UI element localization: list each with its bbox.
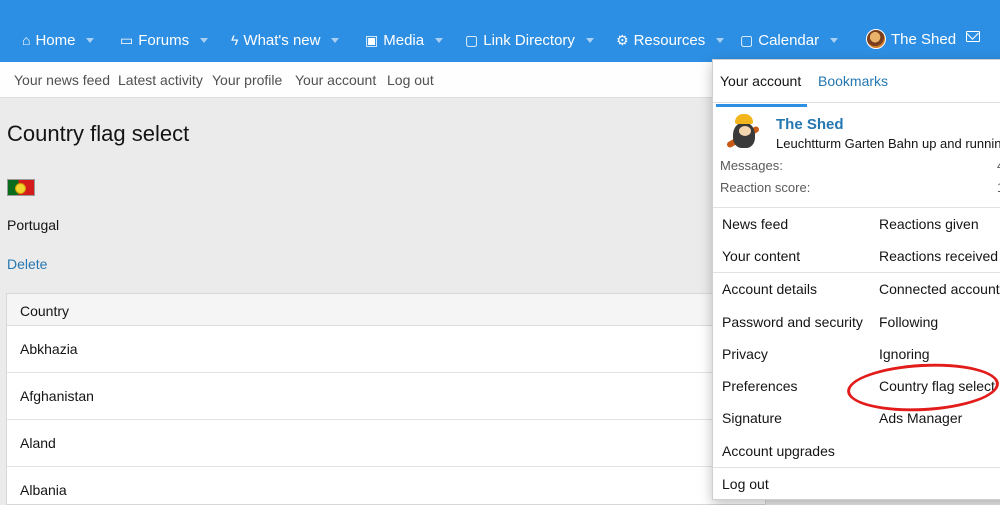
- menu-reactions-given[interactable]: Reactions given: [879, 216, 979, 232]
- menu-reactions-received[interactable]: Reactions received: [879, 248, 998, 264]
- folder-icon: ▢: [465, 31, 479, 48]
- forums-icon: ▭: [120, 31, 134, 48]
- portugal-flag-icon: [7, 179, 35, 196]
- chevron-down-icon[interactable]: [86, 37, 95, 43]
- subnav-latest-activity[interactable]: Latest activity: [118, 72, 203, 88]
- chevron-down-icon[interactable]: [716, 37, 725, 43]
- image-icon: ▣: [365, 31, 379, 48]
- avatar-hat-shape: [735, 114, 753, 124]
- menu-news-feed[interactable]: News feed: [722, 216, 788, 232]
- menu-signature[interactable]: Signature: [722, 410, 782, 426]
- chevron-down-icon[interactable]: [200, 37, 209, 43]
- nav-media[interactable]: ▣ Media: [365, 29, 444, 51]
- nav-link-directory-label: Link Directory: [483, 31, 575, 49]
- nav-forums[interactable]: ▭ Forums: [120, 29, 209, 51]
- menu-tabs: Your account Bookmarks: [713, 60, 1000, 107]
- menu-account-upgrades[interactable]: Account upgrades: [722, 443, 835, 459]
- nav-link-directory[interactable]: ▢ Link Directory: [465, 29, 594, 51]
- nav-resources-label: Resources: [633, 31, 706, 49]
- menu-following[interactable]: Following: [879, 314, 938, 330]
- envelope-icon[interactable]: [966, 31, 980, 42]
- nav-whats-new-label: What's new: [243, 31, 321, 49]
- tab-bookmarks[interactable]: Bookmarks: [818, 73, 888, 89]
- menu-ignoring[interactable]: Ignoring: [879, 346, 930, 362]
- nav-home[interactable]: ⌂ Home: [22, 29, 95, 51]
- home-icon: ⌂: [22, 32, 31, 48]
- menu-country-flag-select[interactable]: Country flag select: [879, 378, 995, 394]
- account-dropdown-menu: Your account Bookmarks The Shed Leuchttu…: [712, 59, 1000, 500]
- menu-log-out[interactable]: Log out: [722, 476, 769, 492]
- chevron-down-icon[interactable]: [830, 37, 839, 43]
- menu-divider: [713, 467, 1000, 468]
- nav-forums-label: Forums: [138, 31, 190, 49]
- cogs-icon: ⚙: [616, 31, 629, 48]
- avatar-face-shape: [739, 126, 751, 136]
- bolt-icon: ϟ: [231, 32, 239, 48]
- table-header: Country: [7, 294, 765, 326]
- subnav-log-out[interactable]: Log out: [387, 72, 434, 88]
- page-title: Country flag select: [7, 121, 190, 146]
- nav-resources[interactable]: ⚙ Resources: [616, 29, 725, 51]
- nav-calendar-label: Calendar: [758, 31, 820, 49]
- messages-label: Messages:: [720, 158, 783, 173]
- table-row[interactable]: Aland: [7, 420, 765, 467]
- country-table: Country Abkhazia Afghanistan Aland Alban…: [6, 293, 766, 505]
- username: The Shed: [891, 30, 957, 48]
- delete-link[interactable]: Delete: [7, 256, 47, 272]
- avatar: [866, 29, 886, 49]
- profile-tagline: Leuchtturm Garten Bahn up and runnin: [776, 136, 1000, 151]
- subnav-your-account[interactable]: Your account: [295, 72, 376, 88]
- menu-divider: [713, 272, 1000, 273]
- menu-privacy[interactable]: Privacy: [722, 346, 768, 362]
- menu-account-details[interactable]: Account details: [722, 281, 817, 297]
- subnav-news-feed[interactable]: Your news feed: [14, 72, 110, 88]
- menu-password-security[interactable]: Password and security: [722, 314, 863, 330]
- table-row[interactable]: Abkhazia: [7, 326, 765, 373]
- table-row[interactable]: Albania: [7, 467, 765, 505]
- top-navigation-bar: ⌂ Home ▭ Forums ϟ What's new ▣ Media ▢ L…: [0, 0, 1000, 62]
- nav-home-label: Home: [35, 31, 76, 49]
- menu-connected-accounts[interactable]: Connected accounts: [879, 281, 1000, 297]
- subnav-your-profile[interactable]: Your profile: [212, 72, 282, 88]
- nav-media-label: Media: [383, 31, 425, 49]
- profile-avatar[interactable]: [723, 110, 765, 152]
- account-menu-toggle[interactable]: The Shed: [866, 29, 956, 49]
- reaction-score-label: Reaction score:: [720, 180, 811, 195]
- menu-ads-manager[interactable]: Ads Manager: [879, 410, 962, 426]
- menu-divider: [713, 207, 1000, 208]
- selected-country: Portugal: [7, 217, 60, 233]
- tab-your-account[interactable]: Your account: [715, 73, 808, 107]
- folder-icon: ▢: [740, 31, 754, 48]
- table-row[interactable]: Afghanistan: [7, 373, 765, 420]
- menu-preferences[interactable]: Preferences: [722, 378, 797, 394]
- nav-calendar[interactable]: ▢ Calendar: [740, 29, 839, 51]
- chevron-down-icon[interactable]: [331, 37, 340, 43]
- chevron-down-icon[interactable]: [585, 37, 594, 43]
- nav-whats-new[interactable]: ϟ What's new: [231, 29, 340, 51]
- profile-name[interactable]: The Shed: [776, 116, 844, 133]
- chevron-down-icon[interactable]: [435, 37, 444, 43]
- menu-your-content[interactable]: Your content: [722, 248, 800, 264]
